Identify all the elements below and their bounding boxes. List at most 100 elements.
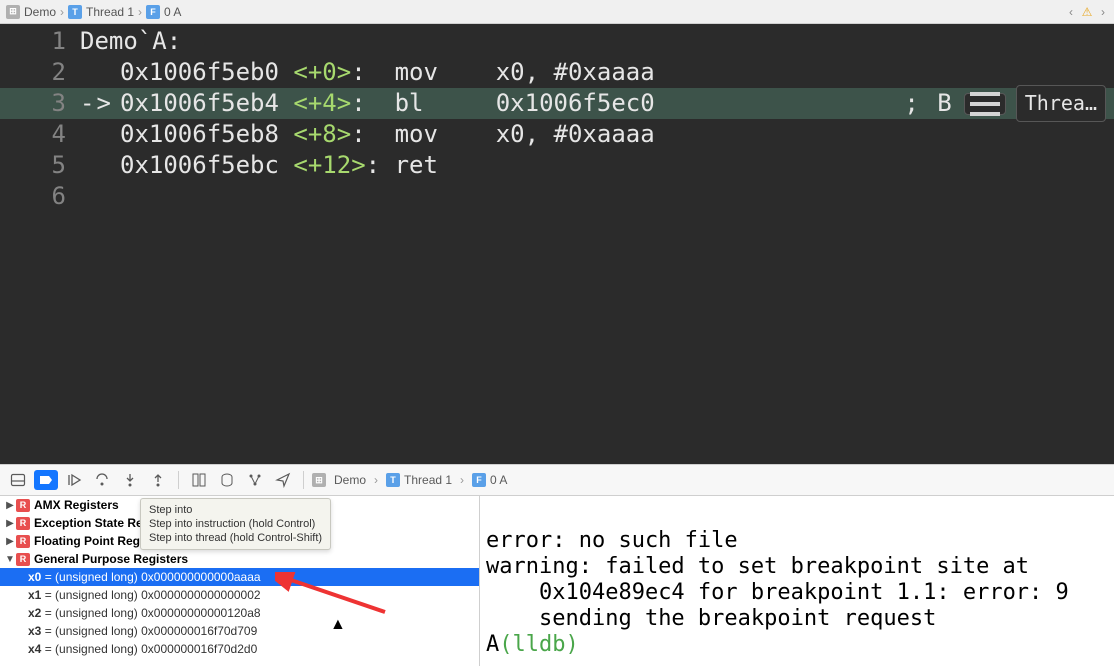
debug-hierarchy-button[interactable] <box>243 470 267 490</box>
separator <box>303 471 304 489</box>
disclosure-triangle-icon[interactable]: ▼ <box>4 554 16 565</box>
debug-crumb-frame[interactable]: F 0 A <box>472 473 507 487</box>
chevron-right-icon: › <box>60 5 64 19</box>
crumb-label: Thread 1 <box>404 473 452 487</box>
frame-icon: F <box>146 5 160 19</box>
top-breadcrumb-bar: ⊞ Demo › T Thread 1 › F 0 A ‹ ⚠ › <box>0 0 1114 24</box>
step-into-tooltip: Step into Step into instruction (hold Co… <box>140 498 331 550</box>
reg-type: (unsigned long) <box>55 570 138 584</box>
debug-view-button[interactable] <box>187 470 211 490</box>
console-line: 0x104e89ec4 for breakpoint 1.1: error: 9 <box>486 580 1069 605</box>
step-into-button[interactable] <box>118 470 142 490</box>
crumb-thread[interactable]: T Thread 1 <box>68 5 134 19</box>
separator <box>178 471 179 489</box>
console-prefix: A <box>486 632 499 657</box>
chevron-right-icon: › <box>138 5 142 19</box>
reg-value: 0x0000000000000002 <box>141 588 260 602</box>
reg-name: x4 <box>28 642 41 656</box>
line-1: 1 Demo`A: <box>0 26 1114 57</box>
line-number: 2 <box>0 57 80 88</box>
crumb-demo[interactable]: ⊞ Demo <box>6 5 56 19</box>
nav-back-button[interactable]: ‹ <box>1064 5 1078 19</box>
reg-value: 0x000000016f70d709 <box>141 624 257 638</box>
register-badge-icon: R <box>16 535 30 548</box>
nav-forward-button[interactable]: › <box>1096 5 1110 19</box>
register-group-expanded[interactable]: ▼ R General Purpose Registers <box>0 550 479 568</box>
pc-arrow: -> <box>80 88 120 119</box>
register-badge-icon: R <box>16 499 30 512</box>
reg-type: (unsigned long) <box>55 606 138 620</box>
step-over-button[interactable] <box>90 470 114 490</box>
line-2: 2 0x1006f5eb0 <+0>: mov x0, #0xaaaa <box>0 57 1114 88</box>
tooltip-line: Step into instruction (hold Control) <box>149 517 322 531</box>
debug-crumb-demo[interactable]: Demo <box>334 473 366 487</box>
disclosure-triangle-icon[interactable]: ▶ <box>4 500 16 511</box>
breakpoints-toggle-button[interactable] <box>34 470 58 490</box>
grid-icon: ⊞ <box>312 473 326 487</box>
crumb-label: 0 A <box>164 5 181 19</box>
tooltip-line: Step into <box>149 503 322 517</box>
reg-type: (unsigned long) <box>55 588 138 602</box>
warning-icon[interactable]: ⚠ <box>1080 5 1094 19</box>
console-line: error: no such file <box>486 528 738 553</box>
crumb-frame[interactable]: F 0 A <box>146 5 181 19</box>
disclosure-triangle-icon[interactable]: ▶ <box>4 536 16 547</box>
reg-type: (unsigned long) <box>55 642 138 656</box>
debug-location-button[interactable] <box>271 470 295 490</box>
inline-comment: ; B <box>904 88 953 119</box>
line-number: 1 <box>0 26 80 57</box>
group-label: Exception State Re <box>34 516 143 530</box>
crumb-label: 0 A <box>490 473 507 487</box>
register-badge-icon: R <box>16 517 30 530</box>
lldb-prompt: (lldb) <box>499 632 592 657</box>
register-row[interactable]: x1 = (unsigned long) 0x0000000000000002 <box>0 586 479 604</box>
chevron-right-icon: › <box>460 473 464 487</box>
bottom-split: ▶ R AMX Registers ▶ R Exception State Re… <box>0 496 1114 666</box>
reg-value: 0x000000016f70d2d0 <box>141 642 257 656</box>
continue-button[interactable] <box>62 470 86 490</box>
debug-crumb-thread[interactable]: T Thread 1 <box>386 473 452 487</box>
reg-name: x3 <box>28 624 41 638</box>
group-label: AMX Registers <box>34 498 119 512</box>
thread-jump-button[interactable]: Threa… <box>1016 85 1106 122</box>
console-line: warning: failed to set breakpoint site a… <box>486 554 1029 579</box>
crumb-label: Demo <box>334 473 366 487</box>
line-number: 3 <box>0 88 80 119</box>
register-badge-icon: R <box>16 553 30 566</box>
toggle-debug-area-button[interactable] <box>6 470 30 490</box>
line-number: 5 <box>0 150 80 181</box>
register-row[interactable]: x3 = (unsigned long) 0x000000016f70d709 <box>0 622 479 640</box>
chevron-right-icon: › <box>374 473 378 487</box>
hamburger-icon[interactable] <box>964 93 1006 115</box>
disassembly-view: 1 Demo`A: 2 0x1006f5eb0 <+0>: mov x0, #0… <box>0 24 1114 464</box>
register-row-x0[interactable]: x0 = (unsigned long) 0x000000000000aaaa <box>0 568 479 586</box>
reg-value: 0x000000000000aaaa <box>141 570 260 584</box>
group-label: General Purpose Registers <box>34 552 188 566</box>
grid-icon: ⊞ <box>6 5 20 19</box>
register-row[interactable]: x2 = (unsigned long) 0x00000000000120a8 <box>0 604 479 622</box>
reg-type: (unsigned long) <box>55 624 138 638</box>
thread-icon: T <box>68 5 82 19</box>
crumb-label: Demo <box>24 5 56 19</box>
debug-memory-button[interactable] <box>215 470 239 490</box>
line-6: 6 <box>0 181 1114 212</box>
mouse-cursor-icon: ▲ <box>330 616 346 634</box>
line-number: 6 <box>0 181 80 212</box>
line-4: 4 0x1006f5eb8 <+8>: mov x0, #0xaaaa <box>0 119 1114 150</box>
console-line: sending the breakpoint request <box>486 606 936 631</box>
reg-name: x2 <box>28 606 41 620</box>
line-number: 4 <box>0 119 80 150</box>
line-5: 5 0x1006f5ebc <+12>: ret <box>0 150 1114 181</box>
step-out-button[interactable] <box>146 470 170 490</box>
reg-value: 0x00000000000120a8 <box>141 606 260 620</box>
reg-name: x0 <box>28 570 41 584</box>
frame-icon: F <box>472 473 486 487</box>
variables-pane: ▶ R AMX Registers ▶ R Exception State Re… <box>0 496 480 666</box>
register-row[interactable]: x4 = (unsigned long) 0x000000016f70d2d0 <box>0 640 479 658</box>
lldb-console[interactable]: error: no such file warning: failed to s… <box>480 496 1114 666</box>
crumb-label: Thread 1 <box>86 5 134 19</box>
group-label: Floating Point Reg <box>34 534 140 548</box>
disclosure-triangle-icon[interactable]: ▶ <box>4 518 16 529</box>
thread-icon: T <box>386 473 400 487</box>
line-3-current: 3 -> 0x1006f5eb4 <+4>: bl 0x1006f5ec0 ; … <box>0 88 1114 119</box>
